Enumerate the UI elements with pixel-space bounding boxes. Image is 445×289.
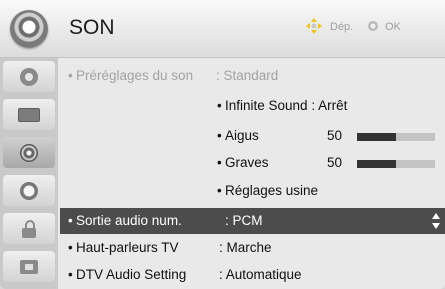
treble-label: Aigus [225, 128, 259, 143]
hint-move-label: Dép. [330, 21, 354, 33]
treble-level-fill [357, 133, 396, 141]
bullet: • [68, 68, 73, 83]
settings-panel: • Préréglages du son : Standard • Infini… [60, 58, 445, 289]
clock-icon [20, 181, 38, 200]
menu-row-dtv-audio[interactable]: • DTV Audio Setting : Automatique [60, 262, 445, 288]
tv-speakers-label: Haut-parleurs TV [76, 240, 179, 255]
up-down-arrows-icon[interactable] [431, 212, 441, 230]
bullet: • [217, 183, 222, 198]
menu-row-sound-preset: • Préréglages du son : Standard [60, 63, 445, 89]
navigation-arrows-icon [306, 18, 322, 34]
speaker-icon [10, 10, 48, 48]
sidebar-item-picture[interactable] [3, 61, 55, 92]
treble-level-bar[interactable] [357, 133, 435, 141]
bullet: • [68, 267, 73, 282]
digital-out-label: Sortie audio num. [76, 213, 182, 228]
infinite-sound-label: Infinite Sound : Arrêt [225, 98, 348, 113]
menu-title: SON [69, 16, 115, 39]
bullet: • [217, 155, 222, 170]
sidebar-item-screen[interactable] [3, 99, 55, 130]
sidebar-item-options[interactable] [3, 251, 55, 282]
lock-icon [22, 219, 36, 238]
bass-label: Graves [225, 155, 269, 170]
reset-label: Réglages usine [225, 183, 319, 198]
dtv-audio-label: DTV Audio Setting [76, 267, 187, 282]
preset-label: Préréglages du son [76, 68, 194, 83]
category-sidebar [0, 58, 58, 289]
sidebar-item-sound[interactable] [3, 137, 55, 168]
bullet: • [68, 240, 73, 255]
ok-button-icon [368, 21, 378, 31]
options-icon [20, 259, 38, 274]
bullet: • [68, 213, 73, 228]
bullet: • [217, 128, 222, 143]
menu-row-reset[interactable]: • Réglages usine [60, 178, 445, 204]
preset-value: : Standard [216, 68, 279, 83]
bullet: • [217, 98, 222, 113]
menu-row-treble[interactable]: • Aigus 50 [60, 123, 445, 149]
sound-menu-window: SON Dép. OK • Préréglages du son: Stand… [0, 0, 445, 289]
bass-level-fill [357, 160, 396, 168]
sidebar-item-time[interactable] [3, 175, 55, 206]
menu-row-digital-audio-out[interactable]: • Sortie audio num. : PCM [60, 208, 445, 234]
sidebar-item-lock[interactable] [3, 213, 55, 244]
tv-speakers-value: : Marche [219, 240, 272, 255]
menu-row-infinite-sound[interactable]: • Infinite Sound : Arrêt [60, 93, 445, 119]
speaker-icon [20, 143, 38, 162]
bass-level-bar[interactable] [357, 160, 435, 168]
hint-ok-label: OK [385, 21, 401, 33]
treble-value: 50 [327, 128, 343, 143]
screen-icon [18, 107, 40, 122]
digital-out-value: : PCM [225, 213, 263, 228]
picture-icon [20, 67, 38, 86]
dtv-audio-value: : Automatique [219, 267, 302, 282]
menu-row-tv-speakers[interactable]: • Haut-parleurs TV : Marche [60, 235, 445, 261]
bass-value: 50 [327, 155, 343, 170]
menu-header: SON Dép. OK [0, 0, 445, 58]
menu-row-bass[interactable]: • Graves 50 [60, 150, 445, 176]
